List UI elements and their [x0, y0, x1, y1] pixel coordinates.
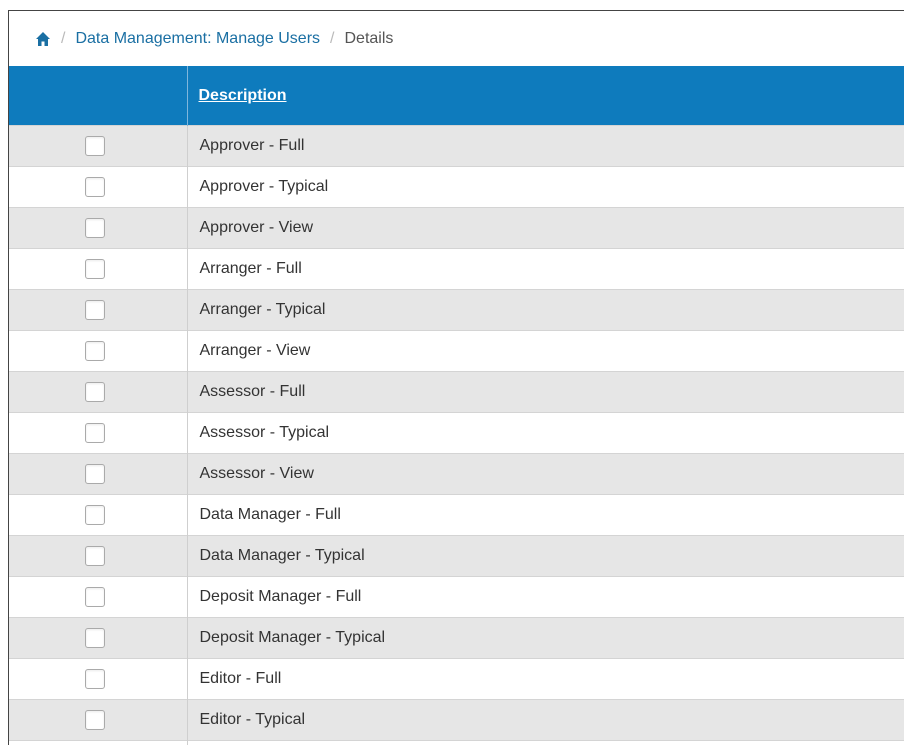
- checkbox-cell: [9, 208, 187, 249]
- description-cell: Approver - Full: [187, 126, 904, 167]
- table-row: Deposit Manager - Full: [9, 577, 904, 618]
- row-checkbox[interactable]: [85, 423, 105, 443]
- table-row: Editor - View: [9, 741, 904, 745]
- row-checkbox[interactable]: [85, 464, 105, 484]
- description-cell: Arranger - View: [187, 331, 904, 372]
- checkbox-cell: [9, 249, 187, 290]
- row-checkbox[interactable]: [85, 587, 105, 607]
- description-cell: Assessor - View: [187, 454, 904, 495]
- checkbox-cell: [9, 372, 187, 413]
- checkbox-cell: [9, 126, 187, 167]
- description-cell: Deposit Manager - Typical: [187, 618, 904, 659]
- checkbox-cell: [9, 331, 187, 372]
- description-cell: Deposit Manager - Full: [187, 577, 904, 618]
- checkbox-cell: [9, 577, 187, 618]
- table-row: Data Manager - Full: [9, 495, 904, 536]
- table-row: Approver - View: [9, 208, 904, 249]
- checkbox-cell: [9, 700, 187, 741]
- table-row: Assessor - Typical: [9, 413, 904, 454]
- checkbox-cell: [9, 495, 187, 536]
- table-row: Arranger - Typical: [9, 290, 904, 331]
- breadcrumb-separator: /: [61, 30, 65, 48]
- row-checkbox[interactable]: [85, 505, 105, 525]
- breadcrumb-current: Details: [344, 30, 393, 48]
- description-cell: Editor - View: [187, 741, 904, 745]
- row-checkbox[interactable]: [85, 546, 105, 566]
- home-icon[interactable]: [35, 31, 51, 47]
- table-row: Approver - Typical: [9, 167, 904, 208]
- table-row: Data Manager - Typical: [9, 536, 904, 577]
- description-cell: Assessor - Typical: [187, 413, 904, 454]
- checkbox-cell: [9, 290, 187, 331]
- roles-table: Description Approver - FullApprover - Ty…: [9, 66, 904, 745]
- checkbox-cell: [9, 454, 187, 495]
- breadcrumb-link-manage-users[interactable]: Data Management: Manage Users: [75, 30, 320, 48]
- checkbox-cell: [9, 741, 187, 745]
- description-cell: Approver - View: [187, 208, 904, 249]
- page-frame: / Data Management: Manage Users / Detail…: [8, 10, 904, 745]
- description-cell: Assessor - Full: [187, 372, 904, 413]
- description-cell: Editor - Typical: [187, 700, 904, 741]
- checkbox-cell: [9, 618, 187, 659]
- select-column-header: [9, 66, 187, 126]
- row-checkbox[interactable]: [85, 218, 105, 238]
- description-cell: Data Manager - Typical: [187, 536, 904, 577]
- table-row: Deposit Manager - Typical: [9, 618, 904, 659]
- checkbox-cell: [9, 167, 187, 208]
- row-checkbox[interactable]: [85, 177, 105, 197]
- description-cell: Data Manager - Full: [187, 495, 904, 536]
- description-cell: Arranger - Full: [187, 249, 904, 290]
- breadcrumb-separator: /: [330, 30, 334, 48]
- description-sort-link[interactable]: Description: [199, 87, 287, 104]
- row-checkbox[interactable]: [85, 628, 105, 648]
- row-checkbox[interactable]: [85, 300, 105, 320]
- table-header-row: Description: [9, 66, 904, 126]
- row-checkbox[interactable]: [85, 136, 105, 156]
- checkbox-cell: [9, 536, 187, 577]
- table-row: Editor - Full: [9, 659, 904, 700]
- table-row: Editor - Typical: [9, 700, 904, 741]
- row-checkbox[interactable]: [85, 259, 105, 279]
- row-checkbox[interactable]: [85, 341, 105, 361]
- table-row: Assessor - View: [9, 454, 904, 495]
- table-row: Arranger - Full: [9, 249, 904, 290]
- description-column-header: Description: [187, 66, 904, 126]
- description-cell: Approver - Typical: [187, 167, 904, 208]
- table-row: Assessor - Full: [9, 372, 904, 413]
- description-cell: Arranger - Typical: [187, 290, 904, 331]
- breadcrumb: / Data Management: Manage Users / Detail…: [9, 11, 904, 66]
- row-checkbox[interactable]: [85, 710, 105, 730]
- row-checkbox[interactable]: [85, 382, 105, 402]
- table-row: Arranger - View: [9, 331, 904, 372]
- table-row: Approver - Full: [9, 126, 904, 167]
- checkbox-cell: [9, 659, 187, 700]
- row-checkbox[interactable]: [85, 669, 105, 689]
- checkbox-cell: [9, 413, 187, 454]
- description-cell: Editor - Full: [187, 659, 904, 700]
